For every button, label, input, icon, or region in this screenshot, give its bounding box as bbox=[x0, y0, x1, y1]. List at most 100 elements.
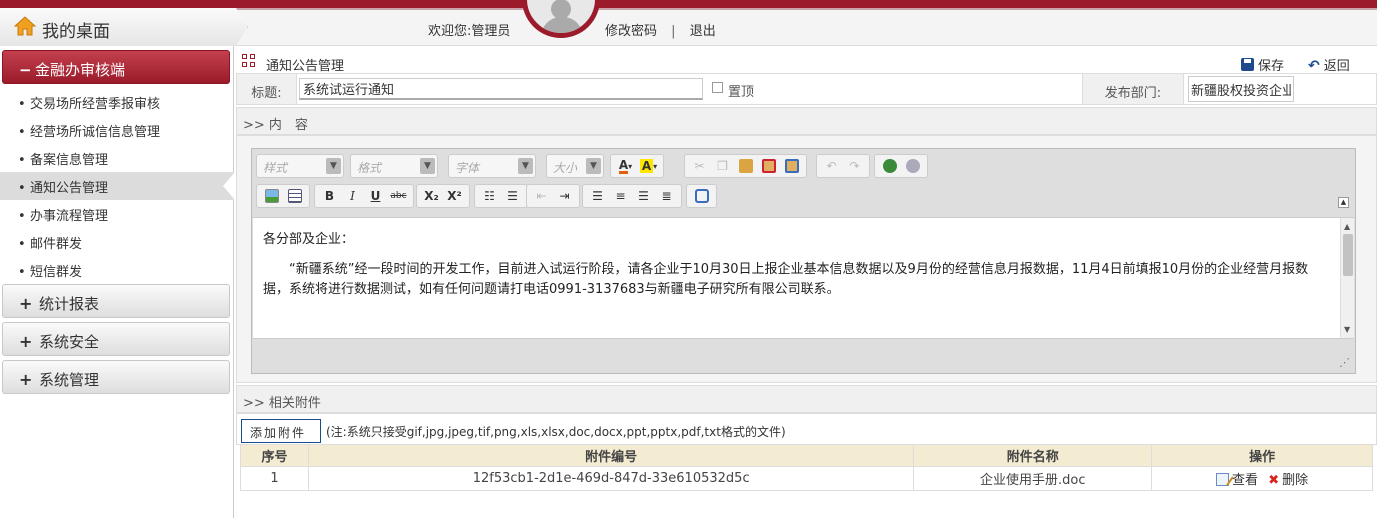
column-header-actions: 操作 bbox=[1151, 444, 1373, 467]
undo-icon[interactable]: ↶ bbox=[820, 156, 843, 176]
cut-icon[interactable]: ✂ bbox=[688, 156, 711, 176]
text-color-button[interactable]: A ▾ bbox=[614, 156, 637, 176]
logout-link[interactable]: 退出 bbox=[690, 24, 716, 39]
bg-color-button[interactable]: A ▾ bbox=[637, 156, 660, 176]
bullet-icon: • bbox=[18, 97, 26, 112]
format-combo[interactable]: 格式 ▼ bbox=[350, 154, 438, 178]
attachment-toolbar: 添加附件 (注:系统只接受gif,jpg,jpeg,tif,png,xls,xl… bbox=[236, 413, 1377, 445]
style-combo[interactable]: 样式 ▼ bbox=[256, 154, 344, 178]
row-actions: 查看 ✖ 删除 bbox=[1151, 466, 1373, 491]
sidebar-item-quarterly-review[interactable]: • 交易场所经营季报审核 bbox=[0, 88, 234, 116]
align-left-icon[interactable]: ☰ bbox=[586, 186, 609, 206]
sidebar-item-integrity-info[interactable]: • 经营场所诚信信息管理 bbox=[0, 116, 234, 144]
content-greeting: 各分部及企业： bbox=[263, 232, 355, 247]
font-combo[interactable]: 字体 ▼ bbox=[448, 154, 536, 178]
chevron-down-icon: ▼ bbox=[326, 158, 341, 174]
pin-checkbox[interactable] bbox=[712, 82, 723, 93]
subscript-button[interactable]: X₂ bbox=[420, 186, 443, 206]
table-icon[interactable] bbox=[283, 186, 306, 206]
paste-icon[interactable] bbox=[734, 156, 757, 176]
department-label: 发布部门: bbox=[1082, 74, 1184, 104]
format-combo-label: 格式 bbox=[357, 161, 382, 175]
editor-toolbar-row-1: 样式 ▼ 格式 ▼ 字体 ▼ 大小 ▼ A ▾ A ▾ ✂ ❐ ↶ ↷ bbox=[256, 153, 1346, 179]
paste-word-icon[interactable] bbox=[780, 156, 803, 176]
image-icon[interactable] bbox=[260, 186, 283, 206]
header-accent-line bbox=[0, 0, 1377, 8]
attachment-table: 序号 附件编号 附件名称 操作 1 12f53cb1-2d1e-469d-847… bbox=[240, 444, 1373, 491]
save-button[interactable]: 保存 bbox=[1241, 55, 1284, 74]
editor-scrollbar[interactable]: ▲ ▼ bbox=[1340, 218, 1354, 338]
outdent-icon[interactable]: ⇤ bbox=[530, 186, 553, 206]
department-input[interactable] bbox=[1188, 76, 1294, 102]
text-color-icon: A bbox=[618, 157, 629, 174]
bold-button[interactable]: B bbox=[318, 186, 341, 206]
font-combo-label: 字体 bbox=[455, 161, 480, 175]
link-icon[interactable] bbox=[878, 156, 901, 176]
delete-icon: ✖ bbox=[1268, 473, 1280, 488]
superscript-button[interactable]: X² bbox=[443, 186, 466, 206]
bullet-icon: • bbox=[18, 265, 26, 280]
sidebar-group-statistics[interactable]: + 统计报表 bbox=[2, 284, 230, 318]
size-combo[interactable]: 大小 ▼ bbox=[546, 154, 604, 178]
back-button[interactable]: ↶ 返回 bbox=[1308, 55, 1350, 74]
strike-button[interactable]: abc bbox=[387, 186, 410, 206]
delete-attachment-button[interactable]: ✖ 删除 bbox=[1268, 473, 1308, 488]
indent-icon[interactable]: ⇥ bbox=[553, 186, 576, 206]
add-attachment-button[interactable]: 添加附件 bbox=[241, 419, 321, 443]
sidebar-group-security[interactable]: + 系统安全 bbox=[2, 322, 230, 356]
change-password-link[interactable]: 修改密码 bbox=[605, 24, 657, 39]
paste-text-icon[interactable] bbox=[757, 156, 780, 176]
unordered-list-icon[interactable]: ☰ bbox=[501, 186, 524, 206]
ordered-list-icon[interactable]: ☷ bbox=[478, 186, 501, 206]
clipboard-group: ✂ ❐ bbox=[684, 154, 807, 178]
back-label: 返回 bbox=[1323, 59, 1350, 74]
italic-button[interactable]: I bbox=[341, 186, 364, 206]
scroll-down-icon[interactable]: ▼ bbox=[1344, 325, 1350, 334]
table-header-row: 序号 附件编号 附件名称 操作 bbox=[240, 444, 1373, 467]
bullet-icon: • bbox=[18, 153, 26, 168]
top-bar: 我的桌面 欢迎您:管理员 修改密码 | 退出 bbox=[0, 0, 1377, 46]
unlink-icon[interactable] bbox=[901, 156, 924, 176]
sidebar-item-label: 办事流程管理 bbox=[30, 209, 109, 224]
pin-label: 置顶 bbox=[728, 85, 755, 100]
align-justify-icon[interactable]: ≣ bbox=[655, 186, 678, 206]
align-right-icon[interactable]: ☰ bbox=[632, 186, 655, 206]
main-panel: 通知公告管理 保存 ↶返回 标题: 置顶 发布部门: >> 内 容 样式▼ 格式… bbox=[236, 46, 1377, 518]
delete-label: 删除 bbox=[1282, 473, 1309, 488]
resize-grip-icon[interactable]: ⋰ bbox=[1339, 357, 1351, 369]
scroll-up-icon[interactable]: ▲ bbox=[1344, 222, 1350, 231]
redo-icon[interactable]: ↷ bbox=[843, 156, 866, 176]
sidebar: − 金融办审核端 • 交易场所经营季报审核 • 经营场所诚信信息管理 • 备案信息管理 … bbox=[0, 46, 235, 518]
toolbar-collapse-icon[interactable]: ▲ bbox=[1338, 197, 1349, 208]
view-edit-icon bbox=[1216, 473, 1230, 486]
sidebar-item-notice-management[interactable]: • 通知公告管理 bbox=[0, 172, 235, 200]
sidebar-item-label: 短信群发 bbox=[30, 265, 83, 280]
underline-button[interactable]: U bbox=[364, 186, 387, 206]
sidebar-item-mass-sms[interactable]: • 短信群发 bbox=[0, 256, 234, 284]
maximize-icon[interactable] bbox=[690, 186, 713, 206]
scroll-thumb[interactable] bbox=[1343, 234, 1353, 276]
link-separator: | bbox=[671, 24, 676, 39]
editor-content-area[interactable]: 各分部及企业： “新疆系统”经一段时间的开发工作，目前进入试运行阶段，请各企业于… bbox=[253, 217, 1354, 339]
sidebar-group-finance-review[interactable]: − 金融办审核端 bbox=[2, 50, 230, 84]
sidebar-group-system[interactable]: + 系统管理 bbox=[2, 360, 230, 394]
my-desktop-tab[interactable]: 我的桌面 bbox=[0, 8, 248, 46]
script-group: X₂ X² bbox=[416, 184, 470, 208]
title-input[interactable] bbox=[299, 78, 703, 100]
rich-text-editor: 样式 ▼ 格式 ▼ 字体 ▼ 大小 ▼ A ▾ A ▾ ✂ ❐ ↶ ↷ B I … bbox=[251, 148, 1356, 374]
sidebar-item-filing-info[interactable]: • 备案信息管理 bbox=[0, 144, 234, 172]
sidebar-item-process-management[interactable]: • 办事流程管理 bbox=[0, 200, 234, 228]
copy-icon[interactable]: ❐ bbox=[711, 156, 734, 176]
home-icon bbox=[14, 16, 36, 36]
grid-icon bbox=[242, 54, 256, 68]
sidebar-item-mass-email[interactable]: • 邮件群发 bbox=[0, 228, 234, 256]
history-group: ↶ ↷ bbox=[816, 154, 870, 178]
back-arrow-icon: ↶ bbox=[1308, 58, 1320, 74]
bullet-icon: • bbox=[18, 181, 26, 196]
size-combo-label: 大小 bbox=[553, 161, 578, 175]
attachments-section-header: >> 相关附件 bbox=[236, 385, 1377, 413]
align-center-icon[interactable]: ≡ bbox=[609, 186, 632, 206]
view-attachment-button[interactable]: 查看 bbox=[1216, 473, 1258, 488]
avatar-body-icon bbox=[541, 17, 583, 33]
save-label: 保存 bbox=[1258, 59, 1285, 74]
